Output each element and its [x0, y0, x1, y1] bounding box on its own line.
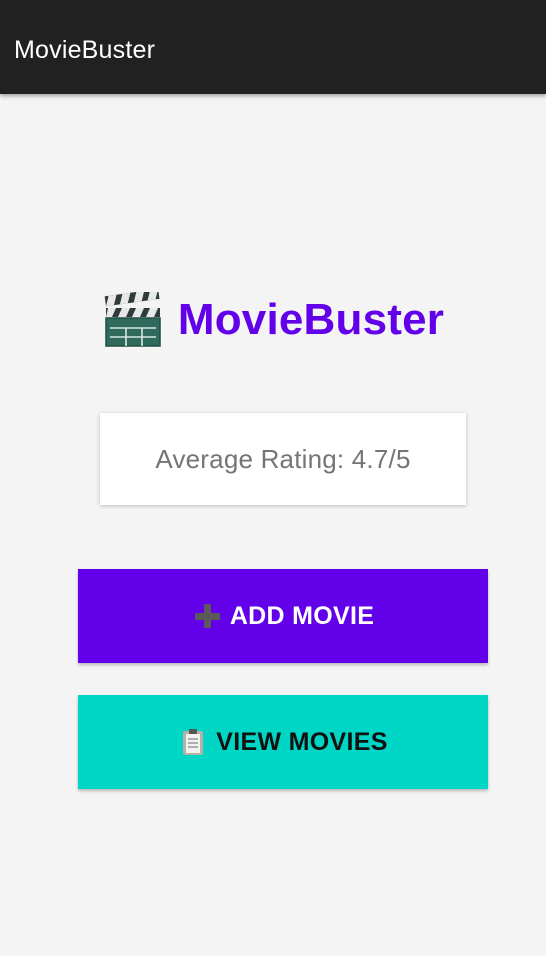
plus-icon [194, 604, 220, 628]
add-movie-label: ADD MOVIE [229, 601, 375, 630]
clapperboard-icon [104, 292, 161, 347]
app-screen: MovieBuster MovieBuster Average Rating: … [0, 0, 546, 956]
clipboard-icon [183, 729, 204, 755]
app-bar: MovieBuster [0, 0, 546, 94]
hero-header: MovieBuster [0, 284, 546, 356]
hero-title: MovieBuster [177, 295, 445, 344]
app-bar-title: MovieBuster [14, 35, 156, 64]
view-movies-button[interactable]: VIEW MOVIES [78, 695, 488, 789]
average-rating-text: Average Rating: 4.7/5 [155, 443, 411, 474]
average-rating-card: Average Rating: 4.7/5 [100, 413, 466, 505]
add-movie-button[interactable]: ADD MOVIE [78, 569, 488, 663]
view-movies-label: VIEW MOVIES [216, 727, 388, 756]
